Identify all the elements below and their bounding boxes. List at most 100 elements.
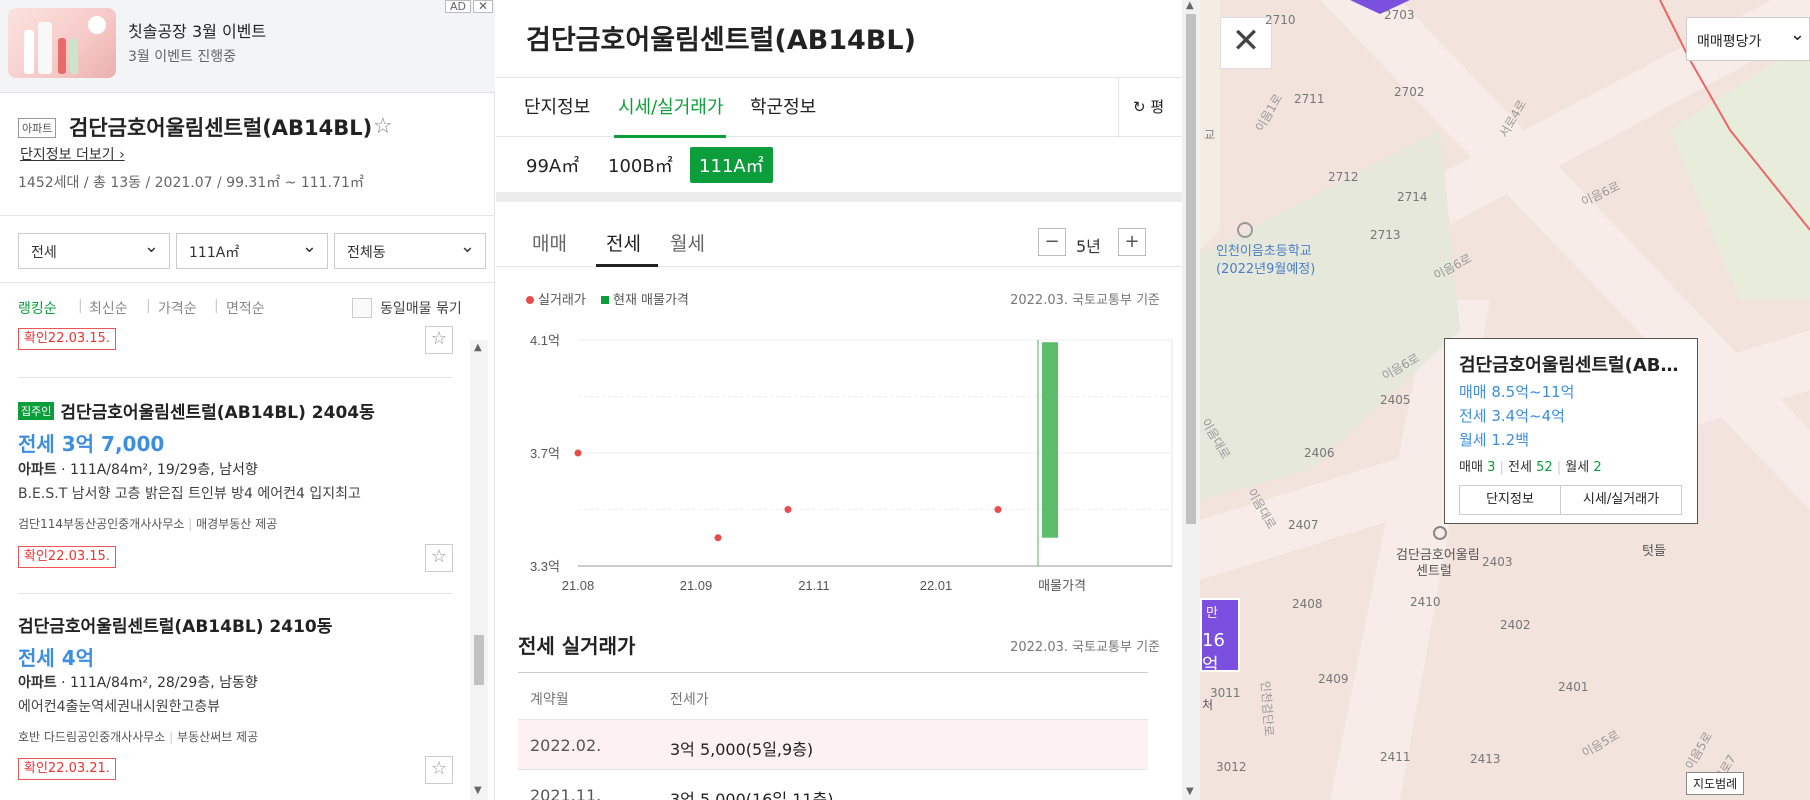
building-label: 2409 — [1318, 672, 1349, 686]
row-price: 3억 5,000(16일,11층) — [670, 790, 834, 800]
legend-real: 실거래가 — [526, 289, 586, 308]
favorite-star-icon[interactable]: ☆ — [425, 544, 453, 572]
table-header: 계약월 전세가 — [518, 672, 1148, 720]
table-basis: 2022.03. 국토교통부 기준 — [1010, 640, 1160, 655]
filter-bar: 전세 111A㎡ 전체동 — [0, 217, 495, 283]
building-label: 2714 — [1397, 190, 1428, 204]
size-option[interactable]: 99A㎡ — [526, 152, 579, 178]
table-row[interactable]: 2022.02. 3억 5,000(5일,9층) — [518, 720, 1148, 770]
detail-scrollbar-thumb[interactable] — [1186, 14, 1196, 524]
scrollbar-thumb[interactable] — [474, 635, 484, 685]
chart-legend: 실거래가 현재 매물가격 2022.03. 국토교통부 기준 — [496, 285, 1182, 308]
real-price-point — [994, 506, 1002, 513]
ad-thumbnail — [8, 8, 116, 78]
pyeong-toggle-button[interactable]: ↻ 평 — [1118, 78, 1182, 138]
building-label: 3011 — [1210, 686, 1241, 700]
map-legend-button[interactable]: 지도범례 — [1686, 772, 1745, 795]
tab-monthly[interactable]: 월세 — [670, 229, 705, 256]
size-option[interactable]: 100B㎡ — [608, 152, 673, 178]
price-marker[interactable]: 만 16억 — [1200, 598, 1240, 676]
school-sublabel: (2022년9월예정) — [1216, 262, 1316, 277]
x-tick-label: 매물가격 — [1038, 578, 1086, 593]
scroll-down-icon[interactable]: ▼ — [474, 785, 482, 796]
favorite-star-icon[interactable]: ☆ — [425, 756, 453, 784]
price-chart: 4.1억 3.7억 3.3억21.08 21.09 21.11 22.01 매물가격 — [530, 333, 1173, 593]
listing-spec: 아파트 · 111A/84m², 28/29층, 남동향 — [18, 675, 258, 691]
map-price-dropdown[interactable]: 매매평당가 — [1686, 17, 1810, 61]
detail-tabs: 단지정보 시세/실거래가 학군정보 ↻ 평 — [496, 77, 1182, 138]
scroll-up-icon[interactable]: ▲ — [474, 342, 482, 353]
sort-divider: | — [214, 298, 219, 314]
building-label: 2406 — [1304, 446, 1335, 460]
tab-price[interactable]: 시세/실거래가 — [618, 93, 723, 119]
owner-badge: 집주인 — [18, 402, 55, 420]
ad-banner[interactable]: 칫솔공장 3월 이벤트 3월 이벤트 진행중 AD ✕ — [0, 0, 495, 93]
sort-latest[interactable]: 최신순 — [89, 298, 128, 318]
building-label: 2401 — [1558, 680, 1589, 694]
building-label: 2411 — [1380, 750, 1411, 764]
period-plus-button[interactable]: + — [1118, 228, 1146, 256]
real-price-point — [784, 506, 792, 513]
listing-price: 전세 3억 7,000 — [18, 432, 165, 456]
detail-scrollbar[interactable]: ▲ ▼ — [1182, 0, 1200, 800]
trade-type-select[interactable]: 전세 — [18, 233, 170, 269]
transaction-table: 계약월 전세가 2022.02. 3억 5,000(5일,9층) 2021.11… — [518, 672, 1148, 800]
complex-meta: 1452세대 / 총 13동 / 2021.07 / 99.31㎡ ~ 111.… — [18, 175, 364, 191]
trade-type-tabs: 매매 전세 월세 − 5년 + — [496, 212, 1182, 267]
complex-popup[interactable]: 검단금호어울림센트럴(AB… 매매 8.5억~11억 전세 3.4억~4억 월세… — [1444, 338, 1698, 524]
tab-school[interactable]: 학군정보 — [750, 93, 816, 119]
legend-current: 현재 매물가격 — [601, 289, 689, 308]
building-label: 2703 — [1384, 8, 1415, 22]
divider — [18, 377, 453, 378]
listing-title[interactable]: 검단금호어울림센트럴(AB14BL) 2410동 — [18, 612, 332, 637]
building-label: 2402 — [1500, 618, 1531, 632]
popup-jeonse-range: 전세 3.4억~4억 — [1459, 407, 1565, 425]
building-label: 2711 — [1294, 92, 1325, 106]
complex-more-link[interactable]: 단지정보 더보기 › — [20, 144, 125, 164]
listing-description: B.E.S.T 남서향 고층 밝은집 트인뷰 방4 에어컨4 입지최고 — [18, 486, 361, 502]
favorite-star-icon[interactable]: ☆ — [425, 326, 453, 354]
popup-title[interactable]: 검단금호어울림센트럴(AB… — [1459, 351, 1684, 377]
listing-title[interactable]: 집주인 검단금호어울림센트럴(AB14BL) 2404동 — [18, 398, 375, 423]
building-select[interactable]: 전체동 — [334, 233, 486, 269]
complex-header: 아파트 검단금호어울림센트럴(AB14BL) ☆ 단지정보 더보기 › 1452… — [0, 94, 495, 216]
size-option-active[interactable]: 111A㎡ — [690, 147, 773, 183]
sort-divider: | — [146, 298, 151, 314]
sort-ranking[interactable]: 랭킹순 — [18, 298, 57, 318]
tab-jeonse[interactable]: 전세 — [606, 229, 641, 256]
header-month: 계약월 — [530, 692, 569, 708]
listing-agent: 호반 다드림공인중개사사무소 | 부동산써브 제공 — [18, 730, 259, 744]
x-tick-label: 22.01 — [920, 578, 953, 593]
sort-price[interactable]: 가격순 — [158, 298, 197, 318]
building-label: 2413 — [1470, 752, 1501, 766]
popup-sale-range: 매매 8.5억~11억 — [1459, 383, 1575, 401]
area-select[interactable]: 111A㎡ — [176, 233, 328, 269]
sort-area[interactable]: 면적순 — [226, 298, 265, 318]
tab-complex-info[interactable]: 단지정보 — [524, 93, 590, 119]
listing-price: 전세 4억 — [18, 646, 95, 670]
scroll-down-icon[interactable]: ▼ — [1186, 786, 1194, 797]
period-minus-button[interactable]: − — [1038, 228, 1066, 256]
ad-close-button[interactable]: ✕ — [473, 0, 493, 13]
building-label: 2408 — [1292, 597, 1323, 611]
school-label: 인천이음초등학교 — [1216, 244, 1312, 259]
y-tick-label: 4.1억 — [530, 333, 560, 348]
map-label: 교 — [1204, 128, 1216, 142]
listing-scrollbar[interactable]: ▲ ▼ — [470, 340, 488, 800]
table-row[interactable]: 2021.11. 3억 5,000(16일,11층) — [518, 770, 1148, 800]
section-gap — [496, 192, 1182, 202]
sort-divider: | — [78, 298, 83, 314]
popup-price-button[interactable]: 시세/실거래가 — [1560, 485, 1682, 515]
confirm-date-badge: 확인22.03.21. — [18, 758, 116, 780]
y-tick-label: 3.3억 — [530, 559, 560, 574]
popup-info-button[interactable]: 단지정보 — [1459, 485, 1561, 515]
scroll-up-icon[interactable]: ▲ — [1186, 0, 1194, 11]
ad-title: 칫솔공장 3월 이벤트 — [128, 22, 267, 41]
star-icon[interactable]: ☆ — [373, 114, 393, 139]
group-same-label: 동일매물 묶기 — [380, 301, 462, 317]
map-view[interactable]: ✕ 매매평당가 2710 2703 2711 2702 2712 2714 27… — [1200, 0, 1810, 800]
real-price-point — [714, 534, 722, 542]
group-same-checkbox[interactable] — [352, 298, 372, 318]
tab-sale[interactable]: 매매 — [532, 229, 567, 256]
building-label: 2405 — [1380, 393, 1411, 407]
